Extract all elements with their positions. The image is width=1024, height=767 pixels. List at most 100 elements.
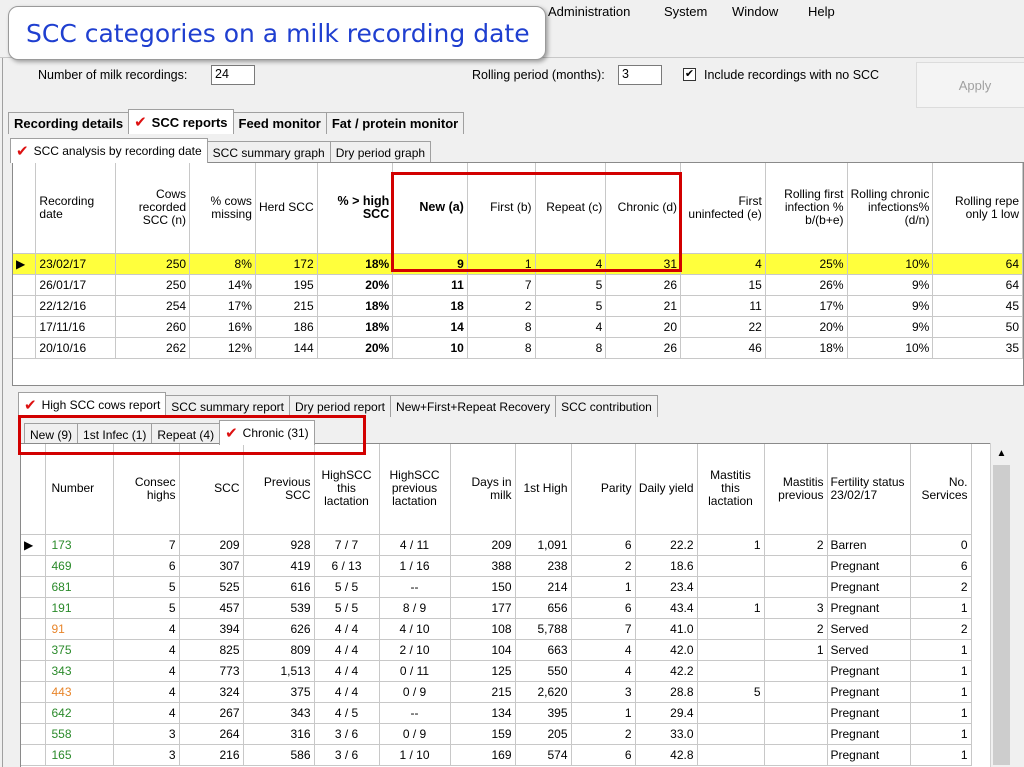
- column-header[interactable]: Cows recorded SCC (n): [115, 163, 191, 254]
- table-row[interactable]: 469 6 307 419 6 / 13 1 / 16 388 238 2 18.6 Pregnan…: [21, 555, 972, 577]
- table-cell: 43.4: [635, 597, 698, 619]
- menu-administration[interactable]: Administration: [548, 4, 630, 19]
- tab-repeat[interactable]: Repeat (4): [151, 423, 221, 445]
- column-header[interactable]: First (b): [467, 163, 536, 254]
- table-row[interactable]: 20/10/16 262 12% 144 20% 10 8 8 26 46 18% 10% 35: [13, 337, 1023, 359]
- table-row[interactable]: 443 4 324 375 4 / 40 / 9 215 2,620 3 28.8 5 Pregna…: [21, 681, 972, 703]
- tab-fat-protein-monitor[interactable]: Fat / protein monitor: [325, 112, 465, 134]
- current-row-pointer-icon[interactable]: ▶: [21, 534, 46, 556]
- cow-number-link[interactable]: 443: [45, 681, 114, 703]
- apply-button[interactable]: Apply: [916, 62, 1024, 108]
- table-row[interactable]: 17/11/16 260 16% 186 18% 14 8 4 20 22 20% 9% 50: [13, 316, 1023, 338]
- column-header[interactable]: Previous SCC: [243, 444, 315, 535]
- tab-scc-summary-report[interactable]: SCC summary report: [165, 395, 290, 417]
- column-header[interactable]: % > high SCC: [317, 163, 394, 254]
- menu-system[interactable]: System: [664, 4, 707, 19]
- row-selector[interactable]: [13, 274, 37, 296]
- row-selector[interactable]: [21, 660, 46, 682]
- tab-scc-analysis[interactable]: ✔ SCC analysis by recording date: [10, 138, 208, 163]
- column-header[interactable]: Mastitis previous: [764, 444, 828, 535]
- tab-scc-reports[interactable]: ✔ SCC reports: [128, 109, 234, 134]
- column-header[interactable]: Rolling first infection % b/(b+e): [765, 163, 848, 254]
- cow-number-link[interactable]: 681: [45, 576, 114, 598]
- scroll-up-arrow-icon[interactable]: ▲: [991, 443, 1012, 463]
- rolling-period-input[interactable]: 3: [618, 65, 662, 85]
- vertical-scrollbar[interactable]: ▲: [990, 443, 1012, 767]
- cow-number-link[interactable]: 173: [45, 534, 114, 556]
- row-selector[interactable]: [13, 316, 37, 338]
- column-header[interactable]: Number: [45, 444, 114, 535]
- column-header[interactable]: Consec highs: [113, 444, 180, 535]
- column-header[interactable]: Rolling repe only 1 low: [932, 163, 1023, 254]
- table-row[interactable]: 22/12/16 254 17% 215 18% 18 2 5 21 11 17% 9% 45: [13, 295, 1023, 317]
- column-header[interactable]: Herd SCC: [255, 163, 318, 254]
- table-row[interactable]: ▶ 23/02/17 250 8% 172 18% 9 1 4 31 4 25% 10% 64: [13, 253, 1023, 275]
- tab-feed-monitor[interactable]: Feed monitor: [232, 112, 327, 134]
- column-header[interactable]: SCC: [179, 444, 244, 535]
- column-header[interactable]: 1st High: [515, 444, 572, 535]
- column-header[interactable]: Repeat (c): [535, 163, 607, 254]
- column-header[interactable]: % cows missing: [189, 163, 256, 254]
- cow-number-link[interactable]: 91: [45, 618, 114, 640]
- current-row-pointer-icon[interactable]: ▶: [13, 253, 37, 275]
- row-selector[interactable]: [21, 618, 46, 640]
- tab-dry-period-graph[interactable]: Dry period graph: [329, 141, 432, 163]
- tab-new[interactable]: New (9): [24, 423, 79, 445]
- tab-scc-summary-graph[interactable]: SCC summary graph: [206, 141, 331, 163]
- row-selector[interactable]: [13, 295, 37, 317]
- table-row[interactable]: ▶ 173 7 209 928 7 / 74 / 11 209 1,091 6 22.2 1 2 Bar…: [21, 534, 972, 556]
- cow-number-link[interactable]: 343: [45, 660, 114, 682]
- row-selector[interactable]: [13, 337, 37, 359]
- column-header[interactable]: New (a): [392, 163, 468, 254]
- row-selector[interactable]: [21, 744, 46, 766]
- num-recordings-input[interactable]: 24: [211, 65, 255, 85]
- column-header[interactable]: First uninfected (e): [680, 163, 766, 254]
- tab-recovery-report[interactable]: New+First+Repeat Recovery: [390, 395, 557, 417]
- table-cell: 7: [113, 534, 180, 556]
- table-row[interactable]: 343 4 773 1,513 4 / 40 / 11 125 550 4 42.2 Pregna…: [21, 660, 972, 682]
- column-header[interactable]: Days in milk: [450, 444, 516, 535]
- column-header[interactable]: Recording date: [35, 163, 117, 254]
- tab-dry-period-report[interactable]: Dry period report: [288, 395, 392, 417]
- column-header[interactable]: Chronic (d): [605, 163, 682, 254]
- table-row[interactable]: 91 4 394 626 4 / 44 / 10 108 5,788 7 41.0 2 Served…: [21, 618, 972, 640]
- cow-number-link[interactable]: 165: [45, 744, 114, 766]
- row-selector[interactable]: [21, 576, 46, 598]
- table-row[interactable]: 558 3 264 316 3 / 60 / 9 159 205 2 33.0 Pregnant 1: [21, 723, 972, 745]
- column-header[interactable]: HighSCC this lactation: [314, 444, 380, 535]
- row-selector[interactable]: [21, 723, 46, 745]
- menu-window[interactable]: Window: [732, 4, 778, 19]
- cow-number-link[interactable]: 558: [45, 723, 114, 745]
- row-selector[interactable]: [21, 555, 46, 577]
- column-header[interactable]: Mastitis this lactation: [697, 444, 765, 535]
- cow-number-link[interactable]: 191: [45, 597, 114, 619]
- table-cell: 5: [535, 295, 607, 317]
- table-row[interactable]: 191 5 457 539 5 / 58 / 9 177 656 6 43.4 1 3 Pregnan…: [21, 597, 972, 619]
- table-row[interactable]: 165 3 216 586 3 / 61 / 10 169 574 6 42.8 Pregnant…: [21, 744, 972, 766]
- row-selector[interactable]: [21, 681, 46, 703]
- column-header[interactable]: Daily yield: [635, 444, 698, 535]
- column-header[interactable]: No. Services: [910, 444, 972, 535]
- column-header[interactable]: HighSCC previous lactation: [379, 444, 451, 535]
- column-header[interactable]: Fertility status 23/02/17: [827, 444, 911, 535]
- tab-scc-contribution[interactable]: SCC contribution: [555, 395, 658, 417]
- tab-high-scc-cows-report[interactable]: ✔ High SCC cows report: [18, 392, 167, 417]
- scroll-thumb[interactable]: [993, 465, 1010, 765]
- cow-number-link[interactable]: 642: [45, 702, 114, 724]
- cow-number-link[interactable]: 469: [45, 555, 114, 577]
- row-selector[interactable]: [21, 639, 46, 661]
- row-selector[interactable]: [21, 597, 46, 619]
- row-selector[interactable]: [21, 702, 46, 724]
- cow-number-link[interactable]: 375: [45, 639, 114, 661]
- table-row[interactable]: 375 4 825 809 4 / 42 / 10 104 663 4 42.0 1 Served 1: [21, 639, 972, 661]
- menu-help[interactable]: Help: [808, 4, 835, 19]
- column-header[interactable]: Parity: [571, 444, 636, 535]
- table-row[interactable]: 26/01/17 250 14% 195 20% 11 7 5 26 15 26% 9% 64: [13, 274, 1023, 296]
- table-row[interactable]: 642 4 267 343 4 / 5 -- 134 395 1 29.4 Pregnant 1: [21, 702, 972, 724]
- include-no-scc-checkbox[interactable]: ✔: [683, 68, 696, 81]
- table-row[interactable]: 681 5 525 616 5 / 5 -- 150 214 1 23.4 Pregnant 2: [21, 576, 972, 598]
- tab-first-infection[interactable]: 1st Infec (1): [77, 423, 153, 445]
- column-header[interactable]: Rolling chronic infections% (d/n): [847, 163, 934, 254]
- tab-chronic[interactable]: ✔ Chronic (31): [219, 420, 315, 445]
- tab-recording-details[interactable]: Recording details: [8, 112, 130, 134]
